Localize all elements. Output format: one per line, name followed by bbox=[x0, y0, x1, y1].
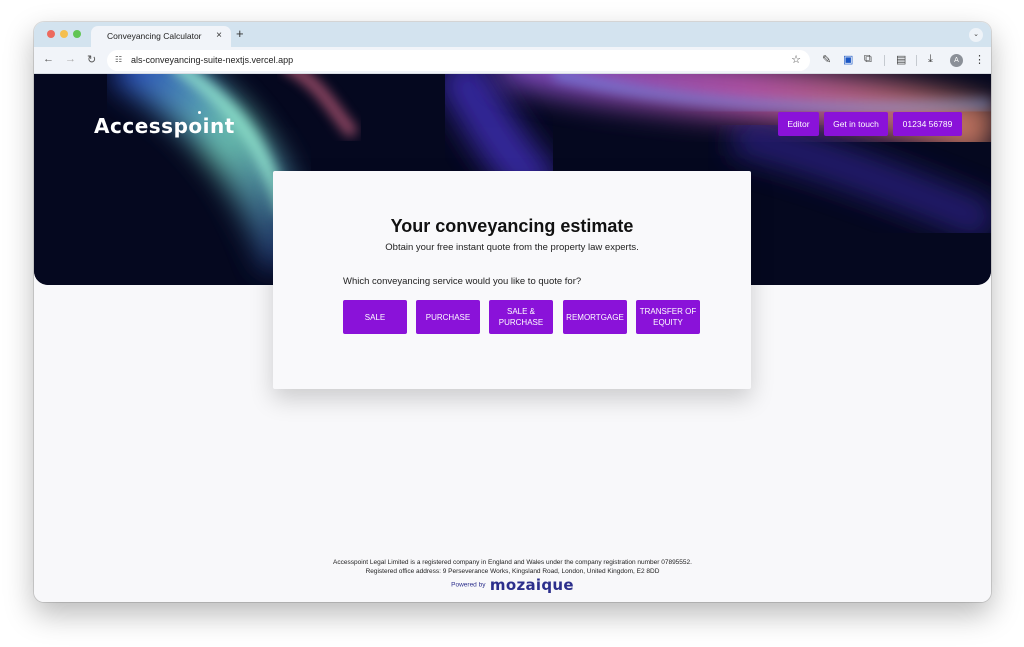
tab-close-icon[interactable]: × bbox=[216, 30, 222, 41]
powered-by-label: Powered by bbox=[451, 581, 486, 589]
reload-icon[interactable]: ↻ bbox=[87, 53, 96, 66]
card-subtitle: Obtain your free instant quote from the … bbox=[385, 242, 639, 253]
footer-address: Registered office address: 9 Perseveranc… bbox=[365, 568, 660, 575]
service-sale-button[interactable]: SALE bbox=[343, 300, 407, 334]
menu-icon[interactable]: ⋮ bbox=[974, 53, 985, 66]
estimate-card: Your conveyancing estimate Obtain your f… bbox=[273, 171, 751, 389]
profile-avatar[interactable]: A bbox=[950, 54, 963, 67]
reading-list-icon[interactable]: ▤ bbox=[896, 53, 906, 66]
back-icon[interactable]: ← bbox=[43, 53, 54, 65]
pen-extension-icon[interactable]: ✎ bbox=[822, 53, 831, 66]
url-text[interactable]: als-conveyancing-suite-nextjs.vercel.app bbox=[131, 55, 293, 65]
close-window-button[interactable] bbox=[47, 30, 55, 38]
tab-strip: Conveyancing Calculator × + ⌄ bbox=[34, 22, 991, 47]
service-transfer-of-equity-button[interactable]: TRANSFER OF EQUITY bbox=[636, 300, 700, 334]
puzzle-extensions-icon[interactable]: ⧉ bbox=[864, 53, 872, 66]
phone-button[interactable]: 01234 56789 bbox=[893, 112, 962, 136]
bookmark-star-icon[interactable]: ☆ bbox=[791, 53, 801, 66]
tab-title: Conveyancing Calculator bbox=[107, 31, 202, 41]
service-remortgage-button[interactable]: REMORTGAGE bbox=[563, 300, 627, 334]
forward-icon[interactable]: → bbox=[65, 53, 76, 65]
accesspoint-logo[interactable]: Accesspoint bbox=[94, 114, 235, 138]
toolbar-separator bbox=[884, 55, 885, 66]
browser-toolbar: ← → ↻ ☷ als-conveyancing-suite-nextjs.ve… bbox=[34, 47, 991, 74]
service-purchase-button[interactable]: PURCHASE bbox=[416, 300, 480, 334]
minimize-window-button[interactable] bbox=[60, 30, 68, 38]
tab-search-icon[interactable]: ⌄ bbox=[969, 28, 983, 42]
address-bar[interactable]: ☷ als-conveyancing-suite-nextjs.vercel.a… bbox=[107, 50, 810, 71]
site-info-icon[interactable]: ☷ bbox=[115, 55, 122, 64]
extension-icon[interactable]: ▣ bbox=[843, 53, 853, 66]
page-content: Accesspoint Editor Get in touch 01234 56… bbox=[34, 74, 991, 602]
browser-window: Conveyancing Calculator × + ⌄ ← → ↻ ☷ al… bbox=[34, 22, 991, 602]
get-in-touch-button[interactable]: Get in touch bbox=[824, 112, 888, 136]
mozaique-logo[interactable]: mozaique bbox=[490, 576, 574, 594]
logo-dot bbox=[198, 111, 201, 114]
new-tab-icon[interactable]: + bbox=[236, 26, 244, 41]
powered-by: Powered by mozaique bbox=[34, 576, 991, 594]
zoom-window-button[interactable] bbox=[73, 30, 81, 38]
service-question: Which conveyancing service would you lik… bbox=[343, 276, 582, 287]
toolbar-separator bbox=[916, 55, 917, 66]
footer-company-info: Accesspoint Legal Limited is a registere… bbox=[333, 559, 692, 566]
editor-button[interactable]: Editor bbox=[778, 112, 819, 136]
card-title: Your conveyancing estimate bbox=[390, 216, 634, 236]
service-sale-purchase-button[interactable]: SALE & PURCHASE bbox=[489, 300, 553, 334]
tab-conveyancing-calculator[interactable]: Conveyancing Calculator × bbox=[91, 26, 231, 47]
download-icon[interactable]: ⤓ bbox=[928, 53, 933, 66]
